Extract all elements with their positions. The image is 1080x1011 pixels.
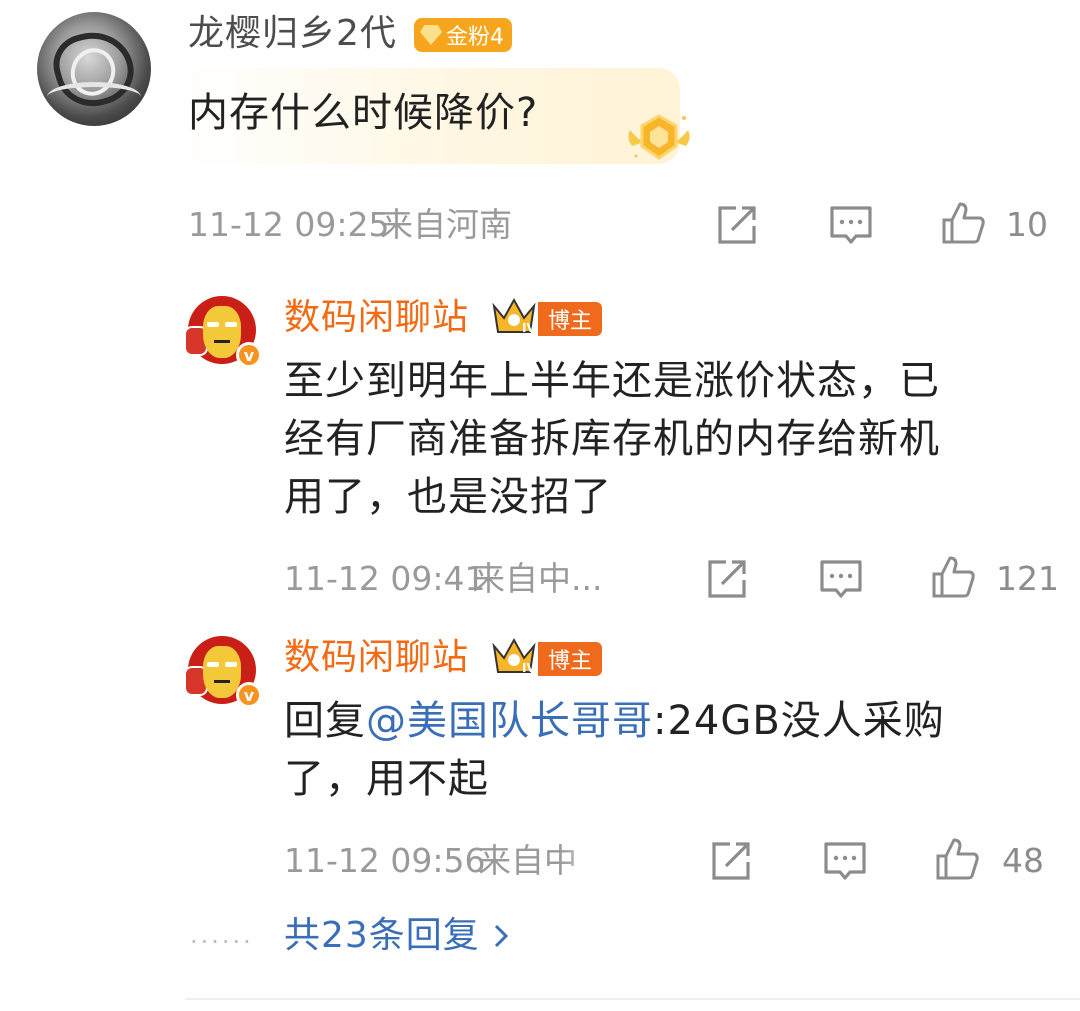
text-fade-overlay <box>560 840 620 880</box>
reply-text: 回复@美国队长哥哥:24GB没人采购 了，用不起 <box>284 692 945 808</box>
blogger-badge: 博主 <box>538 302 603 336</box>
comment-timestamp: 11-12 09:25 <box>188 205 390 244</box>
reply-timestamp: 11-12 09:56 <box>284 841 486 880</box>
reply-text-after: :24GB没人采购 <box>653 698 945 744</box>
crown-level-text: IV <box>522 661 536 675</box>
reply-text-line: 了，用不起 <box>284 756 489 802</box>
gem-icon <box>420 25 442 45</box>
share-icon[interactable] <box>714 202 760 248</box>
verified-badge-icon: v <box>236 342 262 368</box>
reply-location: 来自中... <box>472 559 603 598</box>
fan-badge-label: 金粉4 <box>446 25 504 50</box>
thumbs-up-icon[interactable] <box>934 836 980 882</box>
fan-level-badge[interactable]: 金粉4 <box>414 18 512 52</box>
verified-badge-icon: v <box>236 682 262 708</box>
mention-link[interactable]: @美国队长哥哥 <box>366 698 653 744</box>
like-count: 121 <box>996 559 1059 598</box>
reply-text: 至少到明年上半年还是涨价状态，已 经有厂商准备拆库存机的内存给新机 用了，也是没… <box>284 352 940 526</box>
more-replies-label: 共23条回复 <box>284 915 480 956</box>
dots-separator: ······ <box>190 928 254 956</box>
share-icon[interactable] <box>708 838 754 884</box>
blogger-badge: 博主 <box>538 642 603 676</box>
chevron-right-icon <box>494 924 508 948</box>
comment-location: 来自河南 <box>380 205 512 244</box>
like-count: 48 <box>1002 841 1044 880</box>
crown-level-icon: IV <box>492 637 536 675</box>
crown-level-text: IV <box>522 321 536 335</box>
commenter-username[interactable]: 龙樱归乡2代 <box>188 16 397 52</box>
reply-text-line: 经有厂商准备拆库存机的内存给新机 <box>284 416 940 462</box>
comment-icon[interactable] <box>818 556 864 602</box>
reply-text-line: 至少到明年上半年还是涨价状态，已 <box>284 358 940 404</box>
reply-timestamp: 11-12 09:41 <box>284 559 486 598</box>
reply-prefix: 回复 <box>284 698 366 744</box>
crown-level-icon: IV <box>492 297 536 335</box>
comment-icon[interactable] <box>828 202 874 248</box>
commenter-avatar[interactable] <box>37 12 151 126</box>
comment-text: 内存什么时候降价? <box>188 90 539 136</box>
author-avatar[interactable]: v <box>184 296 262 368</box>
divider <box>186 998 1080 1000</box>
share-icon[interactable] <box>704 556 750 602</box>
comment-icon[interactable] <box>822 838 868 884</box>
reply-text-line: 用了，也是没招了 <box>284 474 612 520</box>
thumbs-up-icon[interactable] <box>930 554 976 600</box>
thumbs-up-icon[interactable] <box>940 200 986 246</box>
more-replies-link[interactable]: 共23条回复 <box>284 918 514 954</box>
like-count: 10 <box>1006 205 1048 244</box>
gold-fan-emblem-icon <box>628 114 690 160</box>
reply-author-name[interactable]: 数码闲聊站 <box>284 300 469 336</box>
author-avatar[interactable]: v <box>184 636 262 708</box>
reply-author-name[interactable]: 数码闲聊站 <box>284 640 469 676</box>
